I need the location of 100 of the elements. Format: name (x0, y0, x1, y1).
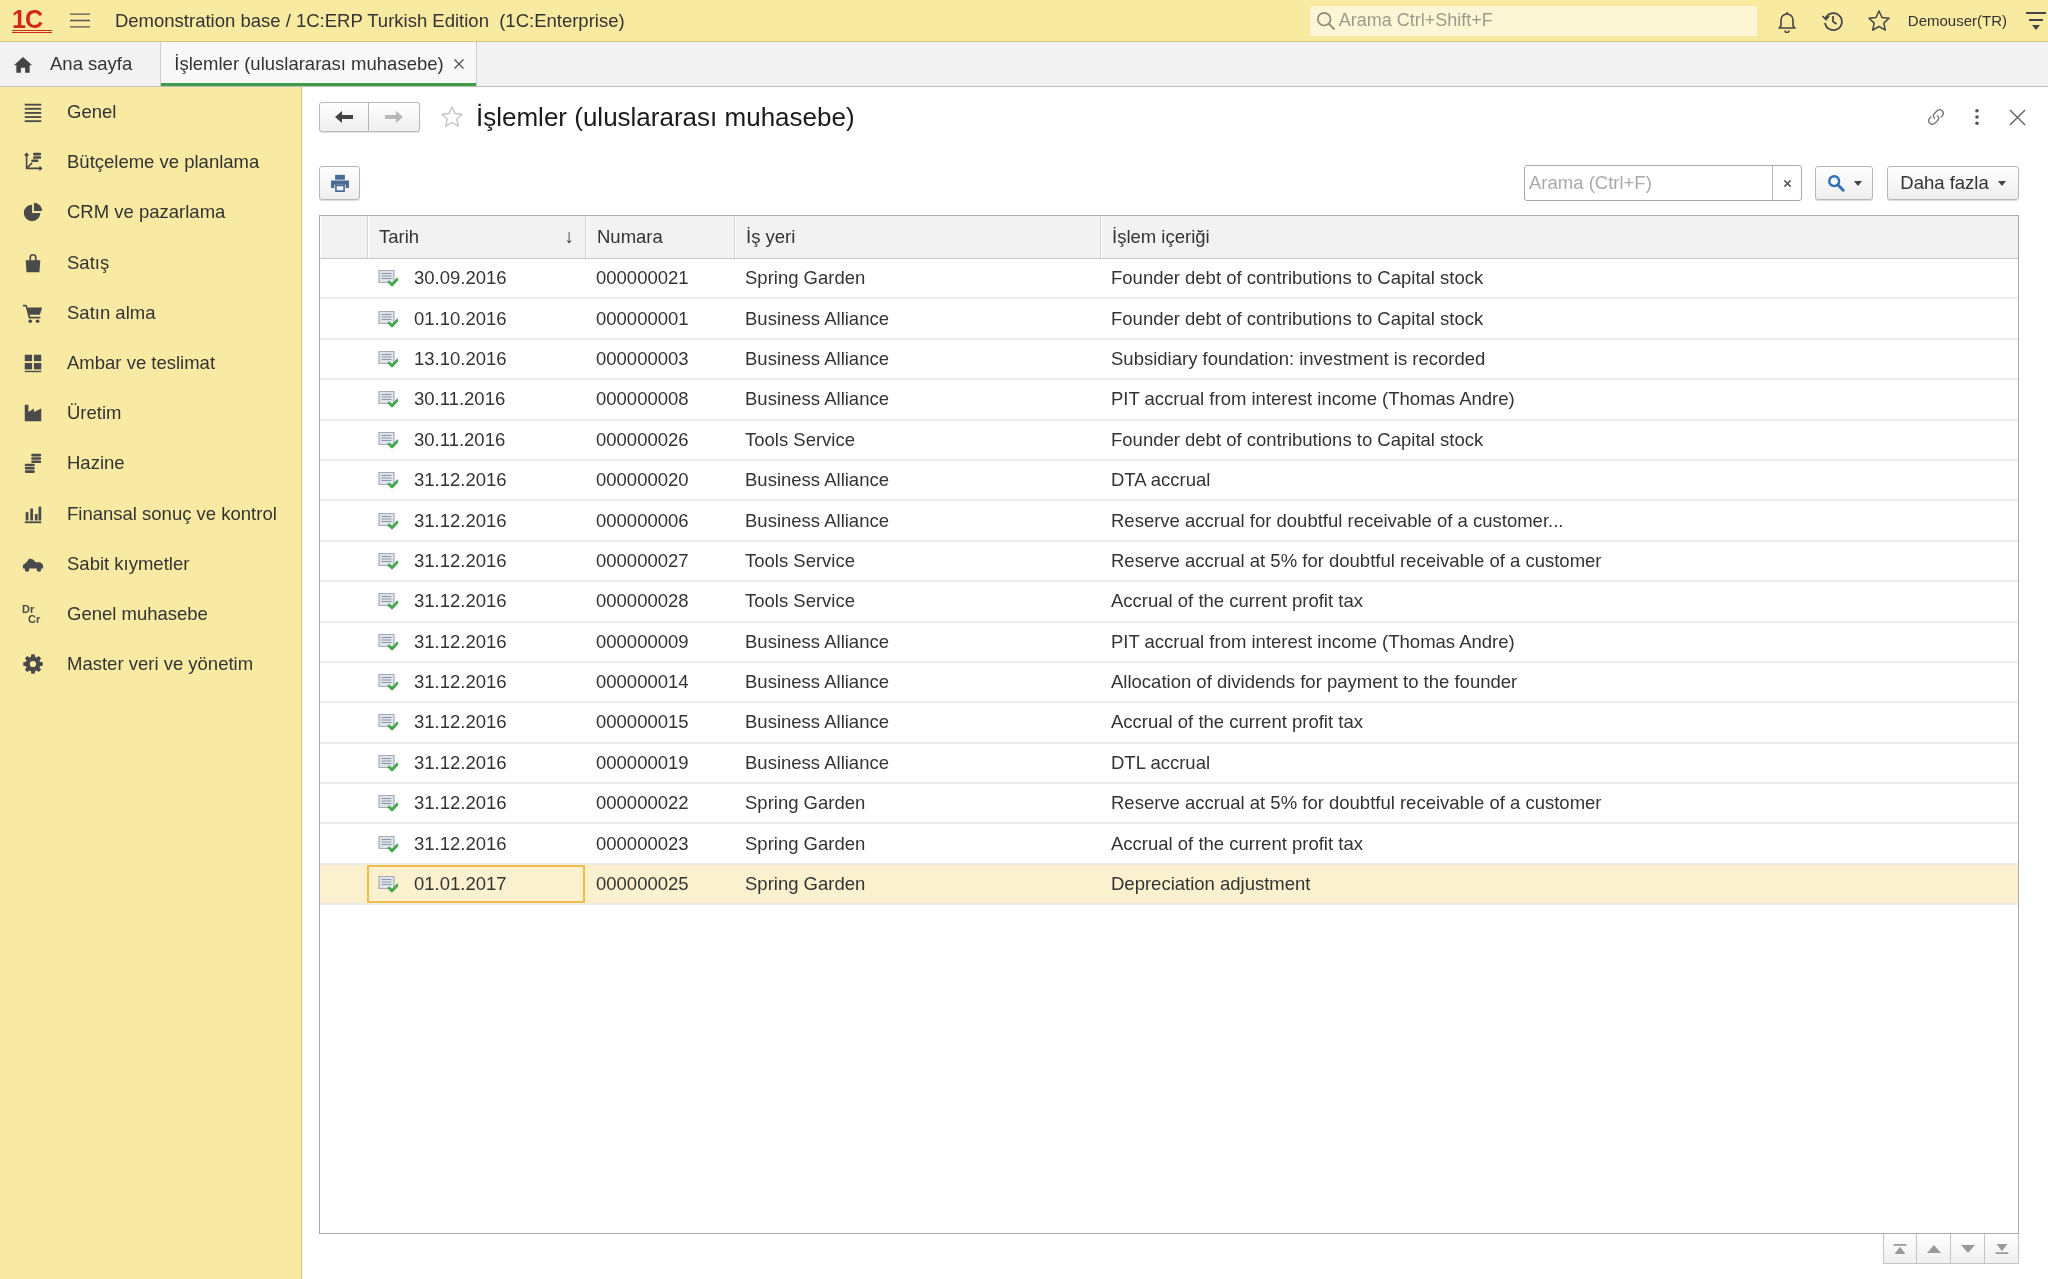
search-input[interactable]: Arama (Ctrl+F) (1525, 166, 1772, 200)
sidebar-item[interactable]: Satış (0, 237, 301, 288)
link-icon[interactable] (1925, 106, 1947, 128)
triangle-up-icon (1926, 1243, 1941, 1254)
table-cell-text: 000000022 (595, 791, 690, 816)
sidebar-item[interactable]: Sabit kıymetler (0, 538, 301, 589)
table-cell-text: Spring Garden (744, 872, 867, 897)
sidebar-item[interactable]: Master veri ve yönetim (0, 639, 301, 690)
printer-icon (329, 174, 350, 192)
table-cell-text: Reserve accrual at 5% for doubtful receivable of a customer (1110, 791, 1603, 816)
table-cell-text: Business Alliance (744, 710, 890, 735)
table-row[interactable]: 13.10.2016 000000003 Business Alliance Subsidiary foundation: investment is recorded (320, 339, 2018, 381)
table-cell-text: Founder debt of contributions to Capital stock (1110, 266, 1485, 291)
table-cell-text: Allocation of dividends for payment to the founder (1110, 670, 1519, 695)
table-cell-text: Tools Service (744, 427, 856, 452)
table-cell: 31.12.2016 (414, 590, 507, 613)
table-row[interactable]: 30.11.2016 000000026 Tools Service Founder debt of contributions to Capital stock (320, 420, 2018, 461)
scroll-bottom-button[interactable] (1985, 1234, 2019, 1264)
settings-icon (22, 653, 44, 676)
table-row[interactable]: 01.10.2016 000000001 Business Alliance Founder debt of contributions to Capital stock (320, 299, 2018, 340)
sidebar-item[interactable]: Finansal sonuç ve kontrol (0, 488, 301, 539)
triangle-down-icon (1960, 1243, 1975, 1254)
table-cell-text: PIT accrual from interest income (Thomas Andre) (1110, 387, 1516, 412)
sidebar-item[interactable]: Genel (0, 87, 301, 138)
table-cell-text: 000000001 (595, 306, 690, 331)
star-icon[interactable] (440, 105, 464, 129)
back-button[interactable] (319, 102, 369, 132)
table-row[interactable]: 31.12.2016 000000020 Business Alliance DTA accrual (320, 460, 2018, 502)
pie-chart-icon (22, 201, 44, 224)
table-row[interactable]: 31.12.2016 000000014 Business Alliance Allocation of dividends for payment to the founder (320, 662, 2018, 704)
sidebar-item[interactable]: CRM ve pazarlama (0, 187, 301, 238)
table-row[interactable]: 01.01.2017 000000025 Spring Garden Depreciation adjustment (320, 864, 2018, 906)
jump-top-icon (1893, 1243, 1907, 1254)
table-row[interactable]: 31.12.2016 000000006 Business Alliance Reserve accrual for doubtful receivable of a customer... (320, 501, 2018, 542)
table-cell-text: Business Alliance (744, 750, 890, 775)
sidebar-item[interactable]: Dr Cr Genel muhasebe (0, 588, 301, 640)
table-row[interactable]: 31.12.2016 000000009 Business Alliance PIT accrual from interest income (Thomas Andre) (320, 622, 2018, 663)
search-field[interactable]: Arama (Ctrl+F) (1524, 165, 1802, 201)
caret-icon (1853, 180, 1862, 186)
table-cell-text: 000000008 (595, 387, 690, 412)
close-icon[interactable] (2009, 108, 2026, 126)
table-cell-text: 000000028 (595, 589, 690, 614)
table-cell-text: 000000026 (595, 427, 690, 452)
jump-bottom-icon (1994, 1243, 2009, 1254)
table-cell-text: Business Alliance (744, 306, 890, 331)
close-icon[interactable] (452, 58, 465, 70)
table-row[interactable]: 31.12.2016 000000019 Business Alliance DTL accrual (320, 743, 2018, 785)
table-cell-text: 000000027 (595, 548, 690, 573)
arrow-left-icon (335, 111, 353, 123)
table-cell: 31.12.2016 (414, 469, 507, 492)
table-row[interactable]: 31.12.2016 000000028 Tools Service Accrual of the current profit tax (320, 582, 2018, 623)
table-cell: 31.12.2016 (414, 751, 507, 774)
table-cell: 31.12.2016 (414, 549, 507, 572)
table-cell: 13.10.2016 (414, 347, 507, 370)
debit-credit-label: Dr Cr (22, 603, 42, 624)
table-row[interactable]: 31.12.2016 000000015 Business Alliance Accrual of the current profit tax (320, 703, 2018, 744)
table-cell-text: Business Alliance (744, 346, 890, 371)
table-cell-text: 000000014 (595, 670, 690, 695)
table-row[interactable]: 31.12.2016 000000027 Tools Service Reserve accrual at 5% for doubtful receivable of a customer (320, 541, 2018, 583)
star-icon[interactable] (1866, 8, 1891, 33)
sidebar-item[interactable]: Ambar ve teslimat (0, 337, 301, 389)
table-cell: 30.09.2016 (414, 267, 507, 290)
table-cell-text: Tools Service (744, 548, 856, 573)
column-header[interactable]: Tarih ↓ (367, 216, 585, 258)
window-title: Demonstration base / 1C:ERP Turkish Edition (1C:Enterprise) (114, 9, 625, 32)
table-row[interactable]: 30.09.2016 000000021 Spring Garden Founder debt of contributions to Capital stock (320, 259, 2018, 300)
sidebar-item[interactable]: Satın alma (0, 287, 301, 338)
menu-icon[interactable] (69, 13, 90, 28)
column-header[interactable]: İş yeri (734, 216, 1100, 258)
table-row[interactable]: 30.11.2016 000000008 Business Alliance PIT accrual from interest income (Thomas Andre) (320, 380, 2018, 421)
table-cell: 31.12.2016 (414, 711, 507, 734)
scroll-top-button[interactable] (1883, 1234, 1917, 1264)
grid-icon (22, 352, 44, 375)
column-header[interactable]: Numara (585, 216, 734, 258)
table-cell: 30.11.2016 (414, 428, 506, 451)
scroll-down-button[interactable] (1951, 1234, 1985, 1264)
clear-icon (1782, 178, 1792, 188)
table-row[interactable]: 31.12.2016 000000022 Spring Garden Reserve accrual at 5% for doubtful receivable of a customer (320, 784, 2018, 825)
search-icon (1315, 10, 1336, 31)
print-button[interactable] (319, 166, 360, 200)
scroll-up-button[interactable] (1917, 1234, 1951, 1264)
table-cell: 30.11.2016 (414, 388, 506, 411)
user-name[interactable]: Demouser(TR) (1907, 12, 2007, 29)
column-header[interactable]: İşlem içeriği (1100, 216, 2018, 258)
sidebar-item[interactable]: Hazine (0, 438, 301, 489)
search-icon (1826, 174, 1845, 192)
sort-indicator: ↓ (564, 226, 574, 248)
table-cell-text: DTL accrual (1110, 750, 1212, 775)
home-icon (13, 54, 33, 74)
table-cell-text: 000000021 (595, 266, 690, 291)
table-cell-text: Accrual of the current profit tax (1110, 710, 1364, 735)
table-cell: 01.01.2017 (414, 873, 507, 896)
search-button[interactable] (1815, 166, 1873, 200)
sidebar-item[interactable]: Bütçeleme ve planlama (0, 137, 301, 188)
table-cell-text: Business Alliance (744, 670, 890, 695)
tab[interactable]: İşlemler (uluslararası muhasebe) (161, 42, 477, 86)
more-icon[interactable] (1974, 108, 1980, 126)
sidebar-item[interactable]: Üretim (0, 388, 301, 439)
more-button[interactable]: Daha fazla (1887, 166, 2019, 200)
table-cell-text: DTA accrual (1110, 468, 1212, 493)
